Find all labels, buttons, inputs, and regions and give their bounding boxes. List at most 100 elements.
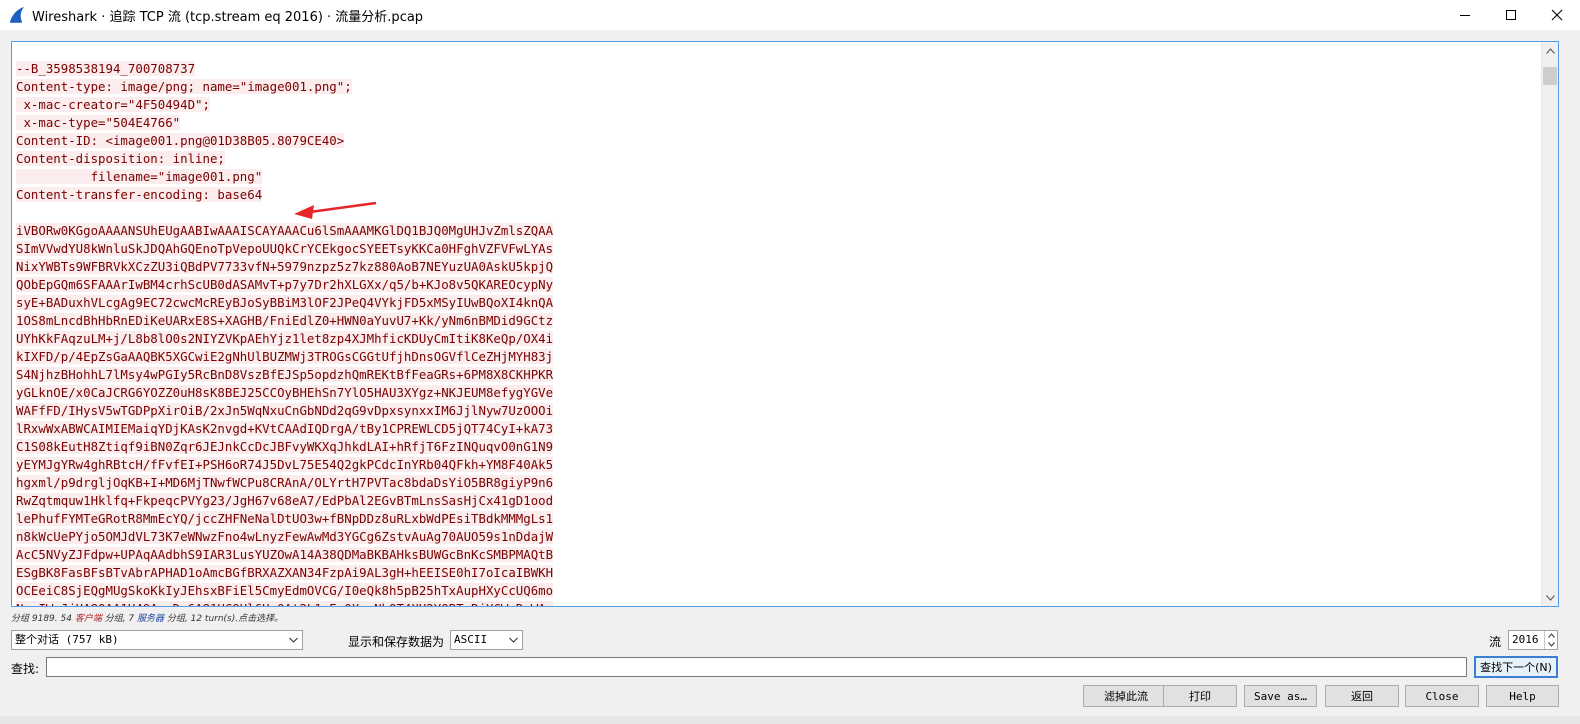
stream-line-text: x-mac-creator="4F50494D"; <box>16 97 210 112</box>
stream-line-text: S4NjhzBHohhL7lMsy4wPGIy5RcBnD8VszBfEJSp5… <box>16 367 554 382</box>
find-next-button[interactable]: 查找下一个(N) <box>1474 656 1558 678</box>
close-window-button[interactable] <box>1534 0 1580 30</box>
stream-line: yGLknOE/x0CaJCRG6YOZZ0uH8sK8BEJ25CCOyBHE… <box>16 384 1536 402</box>
spin-buttons <box>1544 631 1557 649</box>
stream-line: Content-transfer-encoding: base64 <box>16 186 1536 204</box>
stream-line: lRxwWxABWCAIMIEMaiqYDjKAsK2nvgd+KVtCAAdI… <box>16 420 1536 438</box>
stream-line: NmqIWqJjUA80AA1H49ApaDo6A81HC9Hl6Hq0At2L… <box>16 600 1536 606</box>
stream-line: Content-ID: <image001.png@01D38B05.8079C… <box>16 132 1536 150</box>
stream-line-text: Content-disposition: inline; <box>16 151 225 166</box>
follow-tcp-stream-window: Wireshark · 追踪 TCP 流 (tcp.stream eq 2016… <box>0 0 1580 724</box>
stream-line-text: Content-type: image/png; name="image001.… <box>16 79 352 94</box>
title-bar: Wireshark · 追踪 TCP 流 (tcp.stream eq 2016… <box>0 0 1580 30</box>
print-button[interactable]: 打印 <box>1163 685 1237 707</box>
stream-line: x-mac-creator="4F50494D"; <box>16 96 1536 114</box>
stream-text-view[interactable]: --B_3598538194_700708737 Content-type: im… <box>11 41 1559 607</box>
stream-line: Content-disposition: inline; <box>16 150 1536 168</box>
stream-line-text: WAFfFD/IHysV5wTGDPpXirOiB/2xJn5WqNxuCnGb… <box>16 403 554 418</box>
window-title: Wireshark · 追踪 TCP 流 (tcp.stream eq 2016… <box>32 9 424 25</box>
show-as-value: ASCII <box>454 633 488 646</box>
stream-line-text: filename="image001.png" <box>16 169 263 184</box>
chevron-up-icon <box>1546 47 1555 54</box>
stream-line: SImVVwdYU8kWnluSkJDQAhGQEnoTpVepoUUQkCrY… <box>16 240 1536 258</box>
stream-line: UYhKkFAqzuLM+j/L8b8lO0s2NIYZVKpAEhYjz1le… <box>16 330 1536 348</box>
stream-line-text: iVBORw0KGgoAAAANSUhEUgAABIwAAAISCAYAAACu… <box>16 223 554 238</box>
stream-line-text: C1S08kEutH8Ztiqf9iBN0Zqr6JEJnkCcDcJBFvyW… <box>16 439 554 454</box>
conversation-select[interactable]: 整个对话 (757 kB) <box>11 630 303 650</box>
stream-line-text: x-mac-type="504E4766" <box>16 115 181 130</box>
stream-line-text: ESgBK8FasBFsBTvAbrAPHAD1oAmcBGfBRXAZXAN3… <box>16 565 554 580</box>
stream-number-value: 2016 <box>1512 633 1539 646</box>
stream-line: QObEpGQm6SFAAArIwBM4crhScUB0dASAMvT+p7y7… <box>16 276 1536 294</box>
maximize-icon <box>1506 10 1516 20</box>
stream-line: OCEeiC8SjEQgMUgSkoKkIyJEhsxBFiEl5CmyEdmO… <box>16 582 1536 600</box>
chevron-up-icon <box>1547 633 1555 638</box>
stream-line-text: AcC5NVyZJFdpw+UPAqAAdbhS9IAR3LusYUZOwA14… <box>16 547 554 562</box>
stream-line: syE+BADuxhVLcgAg9EC72cwcMcREyBJoSyBBiM3l… <box>16 294 1536 312</box>
stream-line: RwZqtmquw1Hklfq+FkpeqcPVYg23/JgH67v68eA7… <box>16 492 1536 510</box>
stream-line-text: lePhufFYMTeGRotR8MmEcYQ/jccZHFNeNalDtUO3… <box>16 511 554 526</box>
stream-line: 1OS8mLncdBhHbRnEDiKeUARxE8S+XAGHB/FniEdl… <box>16 312 1536 330</box>
wireshark-fin-icon <box>10 7 24 23</box>
stream-line-text: --B_3598538194_700708737 <box>16 61 196 76</box>
status-suffix: 分组, 12 turn(s).点击选择。 <box>164 614 284 624</box>
chevron-down-icon <box>1547 642 1555 647</box>
stream-line: iVBORw0KGgoAAAANSUhEUgAABIwAAAISCAYAAACu… <box>16 222 1536 240</box>
vertical-scrollbar[interactable] <box>1541 42 1558 606</box>
maximize-button[interactable] <box>1488 0 1534 30</box>
stream-line: x-mac-type="504E4766" <box>16 114 1536 132</box>
back-button[interactable]: 返回 <box>1325 685 1399 707</box>
scroll-down-button[interactable] <box>1542 589 1558 606</box>
stream-line-text: SImVVwdYU8kWnluSkJDQAhGQEnoTpVepoUUQkCrY… <box>16 241 554 256</box>
chevron-down-icon <box>289 631 298 655</box>
stream-line: --B_3598538194_700708737 <box>16 60 1536 78</box>
stream-line-text: kIXFD/p/4EpZsGaAAQBK5XGCwiE2gNhUlBUZMWj3… <box>16 349 554 364</box>
stream-line-text: hgxml/p9drgljOqKB+I+MD6MjTNwfWCPu8CRAnA/… <box>16 475 554 490</box>
stream-line: kIXFD/p/4EpZsGaAAQBK5XGCwiE2gNhUlBUZMWj3… <box>16 348 1536 366</box>
stream-line-text: RwZqtmquw1Hklfq+FkpeqcPVYg23/JgH67v68eA7… <box>16 493 554 508</box>
conversation-select-value: 整个对话 (757 kB) <box>15 633 119 646</box>
red-arrow-annotation-icon <box>294 201 377 219</box>
minimize-icon <box>1460 15 1470 16</box>
filter-out-button[interactable]: 滤掉此流 <box>1083 685 1169 707</box>
minimize-button[interactable] <box>1442 0 1488 30</box>
client-label: 客户端 <box>74 614 102 624</box>
scroll-thumb[interactable] <box>1543 67 1557 85</box>
stream-line: yEYMJgYRw4ghRBtcH/fFvfEI+PSH6oR74J5DvL75… <box>16 456 1536 474</box>
spin-up-button[interactable] <box>1545 631 1557 640</box>
stream-line-text: UYhKkFAqzuLM+j/L8b8lO0s2NIYZVKpAEhYjz1le… <box>16 331 554 346</box>
stream-line: C1S08kEutH8Ztiqf9iBN0Zqr6JEJnkCcDcJBFvyW… <box>16 438 1536 456</box>
window-controls <box>1442 0 1580 30</box>
stream-line-text: QObEpGQm6SFAAArIwBM4crhScUB0dASAMvT+p7y7… <box>16 277 554 292</box>
stream-content[interactable]: --B_3598538194_700708737 Content-type: im… <box>16 60 1536 606</box>
scroll-up-button[interactable] <box>1542 42 1558 59</box>
stream-line-text: n8kWcUePYjo5OMJdVL73K7eWNwzFno4wLnyzFewA… <box>16 529 554 544</box>
stream-line-text: NmqIWqJjUA80AA1H49ApaDo6A81HC9Hl6Hq0At2L… <box>16 601 554 606</box>
bottom-edge <box>0 716 1580 724</box>
stream-line: filename="image001.png" <box>16 168 1536 186</box>
find-label: 查找: <box>11 662 40 676</box>
spin-down-button[interactable] <box>1545 640 1557 649</box>
close-button[interactable]: Close <box>1405 685 1479 707</box>
stream-number-spinbox[interactable]: 2016 <box>1508 630 1558 650</box>
stream-line: S4NjhzBHohhL7lMsy4wPGIy5RcBnD8VszBfEJSp5… <box>16 366 1536 384</box>
find-input[interactable] <box>46 657 1467 677</box>
stream-line-text: OCEeiC8SjEQgMUgSkoKkIyJEhsxBFiEl5CmyEdmO… <box>16 583 554 598</box>
stream-line-text: syE+BADuxhVLcgAg9EC72cwcMcREyBJoSyBBiM3l… <box>16 295 554 310</box>
stream-status-text: 分组 9189. 54 客户端 分组, 7 服务器 分组, 12 turn(s)… <box>11 611 283 624</box>
help-button[interactable]: Help <box>1486 685 1559 707</box>
stream-line: WAFfFD/IHysV5wTGDPpXirOiB/2xJn5WqNxuCnGb… <box>16 402 1536 420</box>
show-as-select[interactable]: ASCII <box>450 630 523 650</box>
stream-line-text: yGLknOE/x0CaJCRG6YOZZ0uH8sK8BEJ25CCOyBHE… <box>16 385 554 400</box>
save-as-button[interactable]: Save as… <box>1244 685 1317 707</box>
stream-label: 流 <box>1489 635 1502 649</box>
stream-line-text: Content-ID: <image001.png@01D38B05.8079C… <box>16 133 345 148</box>
show-as-label: 显示和保存数据为 <box>348 635 445 649</box>
stream-line: NixYWBTs9WFBRVkXCzZU3iQBdPV7733vfN+5979n… <box>16 258 1536 276</box>
chevron-down-icon <box>1546 594 1555 601</box>
status-prefix: 分组 9189. 54 <box>11 614 75 624</box>
stream-line-text: yEYMJgYRw4ghRBtcH/fFvfEI+PSH6oR74J5DvL75… <box>16 457 554 472</box>
close-icon <box>1551 9 1563 21</box>
stream-line: lePhufFYMTeGRotR8MmEcYQ/jccZHFNeNalDtUO3… <box>16 510 1536 528</box>
